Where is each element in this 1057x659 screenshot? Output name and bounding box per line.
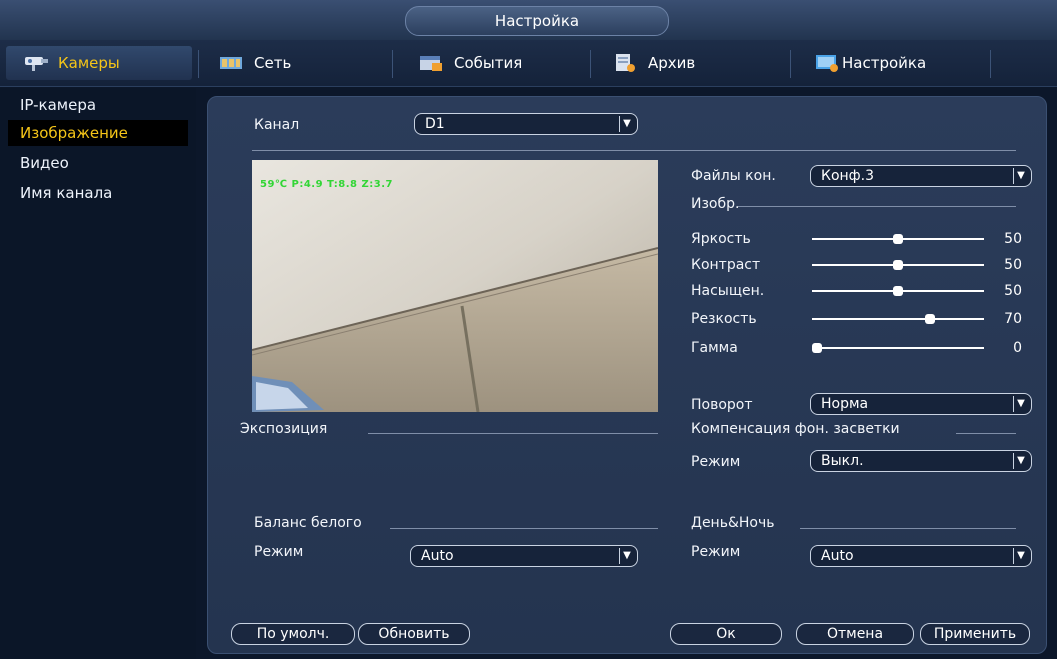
tab-divider [790, 50, 791, 78]
network-icon [218, 53, 244, 73]
tab-cameras[interactable]: Камеры [6, 46, 192, 80]
white-balance-mode-select[interactable]: Auto ▼ [410, 545, 638, 567]
channel-select[interactable]: D1 ▼ [414, 113, 638, 135]
backlight-mode-label: Режим [691, 454, 741, 470]
title-bar: Настройка [0, 0, 1057, 40]
contrast-slider[interactable] [812, 257, 984, 273]
sharpness-value: 70 [1004, 311, 1022, 327]
divider [252, 150, 1016, 151]
backlight-mode-select[interactable]: Выкл. ▼ [810, 450, 1032, 472]
chevron-down-icon: ▼ [619, 116, 634, 132]
sidebar-item-ip-camera[interactable]: IP-камера [8, 92, 188, 118]
slider-knob[interactable] [812, 343, 822, 353]
divider [800, 528, 1016, 529]
preview-image [252, 160, 658, 412]
divider [738, 206, 1016, 207]
chevron-down-icon: ▼ [1013, 548, 1028, 564]
chevron-down-icon: ▼ [1013, 396, 1028, 412]
slider-knob[interactable] [893, 260, 903, 270]
divider [956, 433, 1016, 434]
gamma-label: Гамма [691, 340, 738, 356]
tab-network[interactable]: Сеть [218, 46, 291, 80]
sidebar-item-channel-name[interactable]: Имя канала [8, 180, 188, 206]
backlight-label: Компенсация фон. засветки [691, 421, 900, 437]
channel-label: Канал [254, 117, 300, 133]
sharpness-label: Резкость [691, 311, 757, 327]
contrast-label: Контраст [691, 257, 761, 273]
tab-divider [590, 50, 591, 78]
rotation-label: Поворот [691, 397, 753, 413]
gamma-slider[interactable] [812, 340, 984, 356]
saturation-slider[interactable] [812, 283, 984, 299]
tab-divider [990, 50, 991, 78]
saturation-label: Насыщен. [691, 283, 765, 299]
config-files-select[interactable]: Конф.3 ▼ [810, 165, 1032, 187]
slider-knob[interactable] [925, 314, 935, 324]
image-section-label: Изобр. [691, 196, 740, 212]
sidebar: IP-камера Изображение Видео Имя канала [0, 88, 196, 659]
chevron-down-icon: ▼ [1013, 168, 1028, 184]
tab-divider [392, 50, 393, 78]
archive-icon [612, 53, 638, 73]
day-night-mode-select[interactable]: Auto ▼ [810, 545, 1032, 567]
brightness-value: 50 [1004, 231, 1022, 247]
sidebar-item-image[interactable]: Изображение [8, 120, 188, 146]
chevron-down-icon: ▼ [619, 548, 634, 564]
refresh-button[interactable]: Обновить [358, 623, 470, 645]
tab-archive[interactable]: Архив [612, 46, 695, 80]
app-window: Настройка Камеры Сеть События Архив Наст… [0, 0, 1057, 659]
sharpness-slider[interactable] [812, 311, 984, 327]
tab-divider [198, 50, 199, 78]
white-balance-mode-label: Режим [254, 544, 304, 560]
slider-knob[interactable] [893, 286, 903, 296]
day-night-label: День&Ночь [691, 515, 775, 531]
chevron-down-icon: ▼ [1013, 453, 1028, 469]
osd-overlay: 59℃ P:4.9 T:8.8 Z:3.7 [260, 179, 393, 190]
sidebar-item-video[interactable]: Видео [8, 150, 188, 176]
camera-icon [22, 53, 48, 73]
apply-button[interactable]: Применить [920, 623, 1030, 645]
tab-events[interactable]: События [418, 46, 522, 80]
gamma-value: 0 [1013, 340, 1022, 356]
settings-icon [814, 53, 840, 73]
ok-button[interactable]: Ок [670, 623, 782, 645]
divider [390, 528, 658, 529]
brightness-slider[interactable] [812, 231, 984, 247]
config-files-label: Файлы кон. [691, 168, 776, 184]
contrast-value: 50 [1004, 257, 1022, 273]
exposure-label: Экспозиция [240, 421, 328, 437]
divider [368, 433, 658, 434]
window-title: Настройка [405, 6, 669, 36]
saturation-value: 50 [1004, 283, 1022, 299]
brightness-label: Яркость [691, 231, 751, 247]
day-night-mode-label: Режим [691, 544, 741, 560]
cancel-button[interactable]: Отмена [796, 623, 914, 645]
tab-settings[interactable]: Настройка [814, 46, 926, 80]
rotation-select[interactable]: Норма ▼ [810, 393, 1032, 415]
main-tab-bar: Камеры Сеть События Архив Настройка [0, 40, 1057, 87]
events-icon [418, 53, 444, 73]
camera-preview: 59℃ P:4.9 T:8.8 Z:3.7 [252, 160, 658, 412]
white-balance-label: Баланс белого [254, 515, 362, 531]
slider-knob[interactable] [893, 234, 903, 244]
default-button[interactable]: По умолч. [231, 623, 355, 645]
